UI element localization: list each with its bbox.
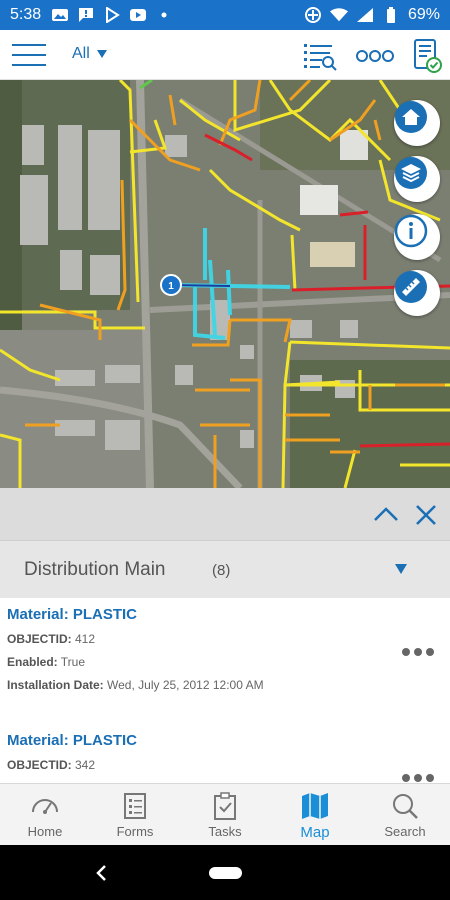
caret-down-icon xyxy=(96,50,107,58)
layers-button[interactable] xyxy=(394,156,440,202)
field-value: 342 xyxy=(71,758,96,772)
battery-level: 69% xyxy=(407,6,440,23)
home-pill[interactable] xyxy=(209,867,242,879)
back-icon[interactable] xyxy=(92,863,110,883)
result-field: OBJECTID: 412 xyxy=(7,632,443,646)
youtube-icon xyxy=(129,7,147,23)
nav-label: Map xyxy=(300,824,330,841)
info-button[interactable] xyxy=(394,214,440,260)
home-icon xyxy=(395,101,427,133)
data-saver-icon xyxy=(304,7,322,23)
field-value: 412 xyxy=(71,632,96,646)
battery-icon xyxy=(382,7,400,23)
dot-icon xyxy=(155,7,173,23)
nav-label: Forms xyxy=(116,824,154,839)
caret-down-icon[interactable] xyxy=(394,563,408,575)
nav-label: Home xyxy=(27,824,63,839)
result-field: OBJECTID: 342 xyxy=(7,758,443,772)
field-value: Wed, July 25, 2012 12:00 AM xyxy=(103,678,264,692)
layer-group-header[interactable]: Distribution Main (8) xyxy=(0,540,450,598)
field-key: OBJECTID: xyxy=(7,632,72,646)
status-bar: 5:38 69% xyxy=(0,0,450,30)
signal-icon xyxy=(356,7,374,23)
nav-forms[interactable]: Forms xyxy=(90,784,180,845)
list-item[interactable]: Material: PLASTIC OBJECTID: 412 Enabled:… xyxy=(0,598,450,724)
status-time: 5:38 xyxy=(10,6,42,23)
results-list[interactable]: Material: PLASTIC OBJECTID: 412 Enabled:… xyxy=(0,598,450,783)
more-options-icon[interactable] xyxy=(402,774,434,782)
map-canvas[interactable]: 1 xyxy=(0,80,450,488)
clipboard-icon xyxy=(214,792,236,820)
more-options-icon[interactable] xyxy=(402,648,434,656)
nav-tasks[interactable]: Tasks xyxy=(180,784,270,845)
measure-button[interactable] xyxy=(394,270,440,316)
measure-icon xyxy=(395,271,427,303)
search-icon xyxy=(393,794,418,819)
nav-search[interactable]: Search xyxy=(360,784,450,845)
info-icon xyxy=(394,214,428,248)
play-store-icon xyxy=(103,7,121,23)
map-icon xyxy=(302,793,328,819)
map-view[interactable]: 1 xyxy=(0,80,450,488)
filter-label: All xyxy=(72,45,90,62)
close-icon[interactable] xyxy=(412,501,440,529)
result-field: Installation Date: Wed, July 25, 2012 12… xyxy=(7,678,443,692)
layers-icon xyxy=(395,157,427,189)
gallery-icon xyxy=(51,7,69,23)
group-title: Distribution Main xyxy=(24,559,166,580)
field-value: True xyxy=(57,655,86,669)
system-navigation-bar xyxy=(0,845,450,900)
field-key: Enabled: xyxy=(7,655,58,669)
field-key: OBJECTID: xyxy=(7,758,72,772)
form-icon xyxy=(124,793,146,819)
map-marker[interactable]: 1 xyxy=(160,274,182,296)
wifi-icon xyxy=(329,7,348,23)
app-bar: All xyxy=(0,30,450,80)
group-count: (8) xyxy=(212,562,231,579)
bottom-navigation: Home Forms Tasks Map Search xyxy=(0,783,450,845)
menu-icon[interactable] xyxy=(12,42,48,68)
list-item[interactable]: Material: PLASTIC OBJECTID: 342 xyxy=(0,724,450,783)
result-title[interactable]: Material: PLASTIC xyxy=(7,606,443,623)
filter-dropdown[interactable]: All xyxy=(72,45,108,63)
more-icon[interactable] xyxy=(356,49,394,68)
result-title[interactable]: Material: PLASTIC xyxy=(7,732,443,749)
nav-home[interactable]: Home xyxy=(0,784,90,845)
forms-check-icon[interactable] xyxy=(412,38,442,79)
collapse-icon[interactable] xyxy=(372,501,400,529)
result-field: Enabled: True xyxy=(7,655,443,669)
map-marker-label: 1 xyxy=(168,281,174,292)
home-map-button[interactable] xyxy=(394,100,440,146)
field-key: Installation Date: xyxy=(7,678,104,692)
results-panel-header xyxy=(0,488,450,540)
nav-map[interactable]: Map xyxy=(270,784,360,845)
gauge-icon xyxy=(32,799,58,814)
message-icon xyxy=(77,7,95,23)
nav-label: Search xyxy=(384,824,426,839)
notification-icons xyxy=(51,7,173,23)
list-search-icon[interactable] xyxy=(302,40,338,77)
nav-label: Tasks xyxy=(208,824,242,839)
